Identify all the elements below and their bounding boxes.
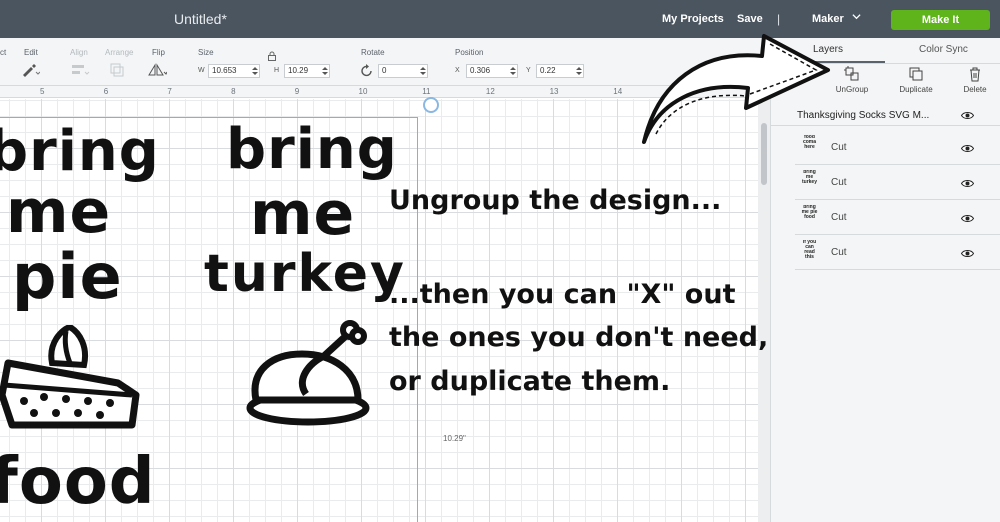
design-space-window: Untitled* My Projects Save | Maker Make …	[0, 0, 1000, 522]
layer-thumbnail: bring me turkey	[801, 170, 817, 185]
duplicate-button[interactable]: Duplicate	[889, 66, 943, 98]
design2-word-turkey[interactable]: turkey	[204, 248, 406, 300]
layer-thumbnail: bring me pie food	[801, 205, 818, 220]
eye-icon[interactable]	[961, 249, 974, 258]
x-tag: X	[455, 67, 460, 74]
ruler-tick-label: 6	[103, 87, 109, 96]
layer-label: Cut	[831, 212, 847, 223]
chevron-down-icon[interactable]	[852, 12, 861, 21]
save-link[interactable]: Save	[737, 13, 763, 25]
machine-selector[interactable]: Maker	[812, 13, 844, 25]
make-it-button[interactable]: Make It	[891, 10, 990, 30]
pie-slice-icon[interactable]	[0, 325, 142, 435]
annotation-arrow-icon	[642, 34, 830, 144]
ungroup-icon	[844, 66, 859, 81]
ruler-tick-label: 12	[485, 87, 495, 96]
rotate-handle[interactable]	[423, 97, 439, 113]
annotation-line-3: the ones you don't need,	[389, 322, 769, 353]
annotation-line-1: Ungroup the design...	[389, 185, 722, 216]
arrange-label: Arrange	[105, 48, 134, 57]
rotate-label: Rotate	[361, 48, 385, 57]
top-bar: Untitled* My Projects Save | Maker Make …	[0, 0, 1000, 38]
align-icon[interactable]	[70, 63, 90, 77]
width-spinner-icon[interactable]	[252, 66, 258, 76]
layer-row[interactable]: if you can read this Cut	[795, 236, 1000, 270]
ruler-tick-label: 5	[40, 87, 45, 96]
select-label: ct	[0, 48, 7, 57]
height-tag: H	[274, 67, 280, 74]
align-label: Align	[70, 48, 88, 57]
eye-icon[interactable]	[961, 144, 974, 153]
ruler-tick-label: 7	[167, 87, 172, 96]
design2-word-me[interactable]: me	[250, 184, 355, 244]
layer-thumbnail: if you can read this	[802, 240, 817, 260]
height-spinner-icon[interactable]	[322, 66, 328, 76]
ruler-tick-label: 11	[422, 87, 431, 96]
design1-word-pie[interactable]: pie	[12, 246, 123, 308]
y-tag: Y	[526, 67, 531, 74]
ruler-tick-label: 14	[613, 87, 623, 96]
ruler-tick-label: 10	[358, 87, 368, 96]
design1-word-food[interactable]: food	[0, 450, 156, 514]
tab-color-sync[interactable]: Color Sync	[919, 44, 968, 55]
ruler-tick-label: 13	[549, 87, 559, 96]
document-title[interactable]: Untitled*	[174, 11, 227, 27]
width-tag: W	[198, 67, 205, 74]
ruler-tick-label: 8	[231, 87, 236, 96]
arrange-icon[interactable]	[108, 63, 128, 77]
eye-icon[interactable]	[961, 111, 974, 120]
eye-icon[interactable]	[961, 179, 974, 188]
height-dimension-label: 10.29"	[443, 434, 466, 443]
layer-row[interactable]: bring me pie food Cut	[795, 201, 1000, 235]
y-spinner-icon[interactable]	[576, 66, 582, 76]
eye-icon[interactable]	[961, 214, 974, 223]
trash-icon	[970, 67, 980, 82]
roast-turkey-icon[interactable]	[246, 320, 378, 428]
flip-icon[interactable]	[147, 63, 167, 77]
my-projects-link[interactable]: My Projects	[662, 13, 724, 25]
top-separator: |	[777, 12, 781, 26]
flip-label: Flip	[152, 48, 165, 57]
design1-word-bring[interactable]: bring	[0, 124, 160, 180]
annotation-line-4: or duplicate them.	[389, 366, 671, 397]
edit-pen-icon[interactable]	[20, 63, 40, 77]
duplicate-label: Duplicate	[899, 85, 933, 94]
design2-word-bring[interactable]: bring	[226, 122, 398, 178]
delete-label: Delete	[963, 85, 987, 94]
x-spinner-icon[interactable]	[510, 66, 516, 76]
rotate-icon	[361, 64, 372, 77]
size-label: Size	[198, 48, 214, 57]
lock-icon[interactable]	[267, 51, 277, 61]
layer-label: Cut	[831, 247, 847, 258]
ruler-tick-label: 9	[294, 87, 300, 96]
annotation-line-2: ...then you can "X" out	[389, 279, 736, 310]
rotate-spinner-icon[interactable]	[420, 66, 426, 76]
vertical-scrollbar[interactable]	[758, 99, 770, 522]
duplicate-icon	[909, 67, 923, 81]
position-label: Position	[455, 48, 484, 57]
delete-button[interactable]: Delete	[948, 66, 1000, 98]
layer-row[interactable]: bring me turkey Cut	[795, 166, 1000, 200]
design1-word-me[interactable]: me	[6, 182, 111, 242]
edit-label: Edit	[24, 48, 38, 57]
layer-label: Cut	[831, 177, 847, 188]
